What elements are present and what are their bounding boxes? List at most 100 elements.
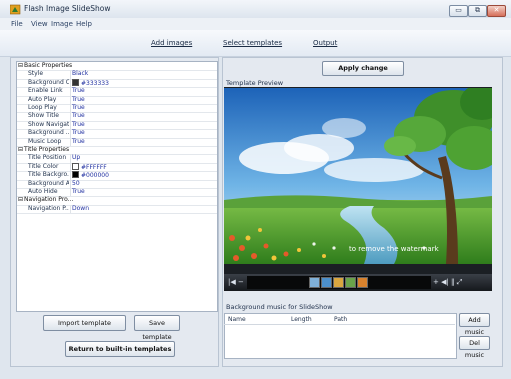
thumbnail-3[interactable]: [333, 277, 344, 288]
del-music-button[interactable]: Del music: [459, 336, 490, 359]
select-templates-button[interactable]: Select templates: [223, 39, 282, 47]
property-name: Enable Link: [28, 87, 63, 95]
property-value-text: True: [72, 95, 85, 103]
property-divider: [70, 104, 71, 113]
app-icon: [10, 4, 21, 15]
property-value[interactable]: 50: [72, 180, 80, 188]
property-divider: [70, 95, 71, 104]
property-value-text: True: [72, 104, 85, 111]
property-value[interactable]: True: [72, 138, 85, 146]
color-swatch[interactable]: [72, 78, 79, 86]
thumbnail-5[interactable]: [357, 277, 368, 288]
property-name: Background C...: [28, 78, 69, 86]
window-title: Flash Image SlideShow: [24, 4, 111, 13]
add-images-button[interactable]: Add images: [151, 39, 192, 47]
property-category-text: Basic Properties: [24, 62, 73, 69]
property-divider: [70, 112, 71, 121]
music-list-header-divider: [224, 324, 455, 325]
property-category-label: ⊟Navigation Pro...: [18, 196, 78, 204]
property-value[interactable]: True: [72, 112, 85, 120]
collapse-icon[interactable]: ⊟: [18, 62, 23, 69]
property-name: Title Backgro...: [28, 171, 69, 179]
collapse-icon[interactable]: ⊟: [18, 146, 23, 153]
menu-file[interactable]: File: [11, 20, 23, 28]
property-name: Navigation P...: [28, 204, 69, 212]
thumbnail-1[interactable]: [309, 277, 320, 288]
property-value-text: #FFFFFF: [81, 163, 107, 171]
property-category-text: Navigation Pro...: [24, 196, 74, 204]
property-category-label: ⊟Basic Properties: [18, 62, 78, 70]
property-name: Auto Play: [28, 95, 57, 103]
thumbnail-4[interactable]: [345, 277, 356, 288]
property-value-text: Up: [72, 154, 81, 162]
menu-help[interactable]: Help: [76, 20, 92, 28]
property-divider: [70, 120, 71, 130]
property-row[interactable]: Navigation P... Down: [17, 204, 217, 215]
property-name: Show Title: [28, 112, 59, 120]
return-to-built-in-templates-button[interactable]: Return to built-in templates: [65, 341, 175, 357]
property-divider: [70, 154, 71, 163]
property-value-text: #000000: [81, 172, 109, 180]
property-name: Background A...: [28, 179, 69, 187]
import-template-button[interactable]: Import template: [43, 315, 126, 331]
property-value-text: True: [72, 137, 85, 145]
output-button[interactable]: Output: [313, 39, 337, 47]
property-value-text: True: [72, 129, 85, 137]
collapse-icon[interactable]: ⊟: [18, 196, 23, 203]
background-music-label: Background music for SlideShow: [226, 303, 333, 311]
property-value-text: Black: [72, 70, 89, 78]
property-value-text: True: [72, 87, 85, 95]
apply-change-button[interactable]: Apply change: [322, 61, 404, 76]
property-category-text: Title Properties: [24, 146, 70, 153]
property-value-text: True: [72, 112, 85, 120]
music-column-length: Length: [291, 316, 312, 323]
template-preview-label: Template Preview: [226, 79, 284, 87]
property-value[interactable]: Down: [72, 205, 89, 213]
add-music-button[interactable]: Add music: [459, 313, 490, 336]
property-divider: [70, 171, 71, 180]
property-divider: [70, 78, 71, 88]
color-swatch[interactable]: [72, 162, 79, 170]
property-value[interactable]: True: [72, 121, 85, 129]
property-value[interactable]: Up: [72, 154, 80, 162]
property-value[interactable]: True: [72, 87, 85, 95]
previous-icon[interactable]: |◀ −: [228, 278, 244, 286]
property-divider: [70, 162, 71, 172]
property-name: Style: [28, 70, 44, 78]
property-name: Loop Play: [28, 104, 57, 111]
property-divider: [70, 129, 71, 138]
property-grid[interactable]: ⊟Basic PropertiesStyleBlackBackground C.…: [16, 61, 218, 312]
property-name: Music Loop: [28, 137, 62, 145]
property-value[interactable]: True: [72, 188, 85, 196]
property-name: Title Color: [28, 162, 59, 170]
color-swatch[interactable]: [72, 171, 79, 179]
property-value-text: Down: [72, 204, 90, 212]
property-value-text: True: [72, 120, 85, 128]
minimize-button[interactable]: ▭: [449, 5, 468, 17]
property-divider: [70, 137, 71, 146]
close-button[interactable]: ✕: [487, 5, 506, 17]
property-divider: [70, 179, 71, 188]
property-name: Title Position: [28, 154, 67, 162]
music-column-path: Path: [334, 316, 348, 323]
property-divider: [70, 87, 71, 96]
property-value-text: #333333: [81, 79, 109, 87]
property-value-text: 50: [72, 179, 80, 187]
property-divider: [70, 204, 71, 214]
property-name: Background ...: [28, 129, 69, 137]
menu-view[interactable]: View: [31, 20, 48, 28]
thumbnail-2[interactable]: [321, 277, 332, 288]
property-value[interactable]: True: [72, 129, 85, 137]
property-value[interactable]: True: [72, 104, 85, 112]
music-column-name: Name: [228, 316, 246, 323]
restore-button[interactable]: ⧉: [468, 5, 487, 17]
property-name: Show Navigat...: [28, 120, 69, 128]
property-value[interactable]: Black: [72, 70, 88, 78]
property-value[interactable]: True: [72, 96, 85, 104]
playback-controls-icon[interactable]: + ◀| ‖ ⤢: [433, 278, 462, 287]
property-name: Auto Hide: [28, 188, 58, 195]
menu-image[interactable]: Image: [51, 20, 73, 28]
property-category-label: ⊟Title Properties: [18, 146, 78, 154]
watermark-text: to remove the watermark: [349, 245, 439, 253]
save-template-button[interactable]: Save template: [134, 315, 180, 341]
